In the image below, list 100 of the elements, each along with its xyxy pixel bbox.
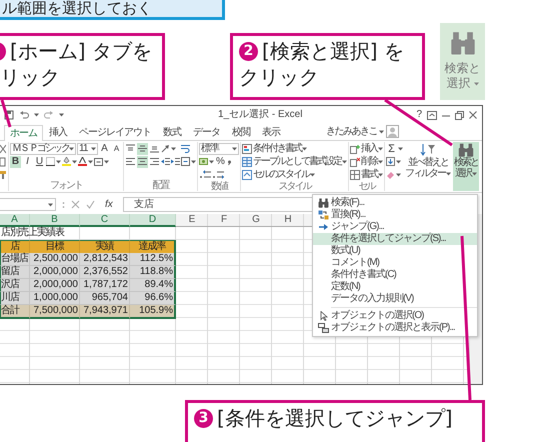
font-size-dropdown[interactable]: 11 [77, 142, 98, 154]
find-select-button[interactable]: 検索と 選択 [440, 23, 485, 100]
redo-icon [44, 110, 54, 120]
alignment-icon [138, 144, 147, 153]
font-name-dropdown[interactable]: ＭＳ Ｐゴシック [10, 142, 76, 154]
merge-center-icon [181, 157, 190, 166]
style-button[interactable]: セルのスタイル [242, 168, 347, 181]
table-cell: 川店 [0, 292, 30, 305]
caret-icon [379, 130, 384, 134]
ribbon-tab[interactable]: 表示 [256, 124, 286, 140]
alignment-button[interactable] [137, 142, 148, 154]
menu-item[interactable]: オブジェクトの選択(O) [313, 310, 477, 322]
save-icon [4, 110, 14, 120]
group-label: 数値 [211, 181, 227, 192]
increase-indent-icon [171, 157, 180, 166]
cell-style-icon [242, 170, 252, 180]
table-cell: 1,787,172 [80, 279, 130, 292]
caret-icon [378, 160, 383, 164]
format-button[interactable]: U [34, 156, 45, 168]
caret-icon [472, 172, 477, 176]
style-button[interactable]: テーブルとして書式設定 [242, 155, 347, 168]
caret-icon [342, 160, 347, 164]
caret-icon [191, 160, 196, 164]
alignment-icon [138, 157, 147, 166]
menu-item[interactable]: 定数(N) [313, 281, 477, 293]
caret-icon [34, 113, 39, 117]
orientation-icon [161, 144, 170, 153]
replace-icon [318, 210, 328, 220]
font-size-button[interactable]: A [99, 142, 110, 154]
ribbon-tab[interactable]: ホーム [4, 125, 43, 141]
eraser-icon [386, 170, 395, 179]
help-button[interactable]: ? [416, 109, 422, 121]
ribbon-tab[interactable]: 校閲 [226, 124, 256, 140]
table-cell: 7,943,971 [80, 305, 130, 319]
column-header[interactable]: B [30, 214, 80, 227]
user-name[interactable]: きたみあきこ [326, 126, 377, 138]
menu-item[interactable]: オブジェクトの選択と表示(P)... [313, 322, 477, 334]
table-cell: 2,812,543 [80, 253, 130, 266]
column-header[interactable]: D [130, 214, 176, 227]
caret-icon [446, 172, 451, 176]
format-button[interactable]: I [22, 156, 33, 168]
table-cell: 89.4% [130, 279, 176, 292]
column-header[interactable]: A [0, 214, 30, 227]
sort-filter-button[interactable]: 並べ替えと フィルター [404, 142, 452, 191]
cells-button[interactable]: 挿入 [350, 142, 383, 155]
find-select-button[interactable]: 検索と 選択 [453, 142, 479, 191]
ribbon-tab[interactable]: ページレイアウト [73, 124, 157, 140]
table-cell: 達成率 [130, 240, 176, 254]
menu-item[interactable]: 条件付き書式(C) [313, 269, 477, 281]
arrow-icon [318, 222, 328, 232]
alignment-button[interactable] [149, 156, 160, 168]
column-header[interactable]: G [240, 214, 272, 227]
table-cell: 実績 [80, 240, 130, 254]
menu-item[interactable]: コメント(M) [313, 257, 477, 269]
group-label: 配置 [152, 180, 168, 191]
avatar-icon [386, 125, 399, 138]
decrease-indent-icon [161, 157, 170, 166]
percent-button[interactable]: % [215, 156, 226, 168]
format-button[interactable]: B [10, 156, 21, 168]
table-cell: 105.9% [130, 305, 176, 319]
caret-icon [396, 172, 401, 176]
caret-icon [378, 146, 383, 150]
alignment-button[interactable] [125, 156, 136, 168]
alignment-icon [150, 144, 159, 153]
caret-icon [88, 160, 93, 164]
decrease-decimal-icon [212, 170, 224, 179]
column-header[interactable]: H [272, 214, 304, 227]
menu-item[interactable]: 置換(R)... [313, 209, 477, 221]
column-header[interactable]: F [208, 214, 240, 227]
selection-pane-icon [318, 323, 328, 333]
column-header[interactable]: C [80, 214, 130, 227]
ribbon-tab[interactable]: 数式 [157, 124, 187, 140]
insert-function-button[interactable]: fx [105, 198, 113, 210]
binoculars-icon [318, 198, 328, 208]
table-cell: 112.5% [130, 253, 176, 266]
font-size-button[interactable]: A [111, 142, 122, 154]
alignment-button[interactable] [137, 156, 148, 168]
callout-text: [検索と選択] を [262, 38, 404, 64]
table-cell: 2,376,552 [80, 266, 130, 279]
ribbon-tab[interactable]: 挿入 [43, 124, 73, 140]
menu-item[interactable]: データの入力規則(V) [313, 293, 477, 305]
menu-item[interactable]: 数式(U) [313, 245, 477, 257]
table-cell: 1,000,000 [30, 292, 80, 305]
font-color-icon [78, 157, 87, 166]
ribbon-tab[interactable]: データ [187, 124, 226, 140]
caret-icon [59, 113, 64, 117]
menu-item[interactable]: 条件を選択してジャンプ(S)... [313, 233, 477, 245]
format-painter-icon [0, 170, 6, 180]
number-format-dropdown[interactable]: 標準 [199, 142, 239, 154]
menu-item[interactable]: ジャンプ(G)... [313, 221, 477, 233]
cells-button[interactable]: 削除 [350, 155, 383, 168]
caret-icon [91, 146, 96, 150]
style-button[interactable]: 条件付き書式 [242, 142, 347, 155]
autosum-button[interactable]: Σ [386, 142, 397, 154]
column-header[interactable]: E [176, 214, 208, 227]
conditional-format-icon [242, 144, 252, 154]
cells-button[interactable]: 書式 [350, 168, 383, 181]
table-cell: 965,704 [80, 292, 130, 305]
table-cell: 2,500,000 [30, 253, 80, 266]
group-label: フォント [50, 180, 82, 191]
